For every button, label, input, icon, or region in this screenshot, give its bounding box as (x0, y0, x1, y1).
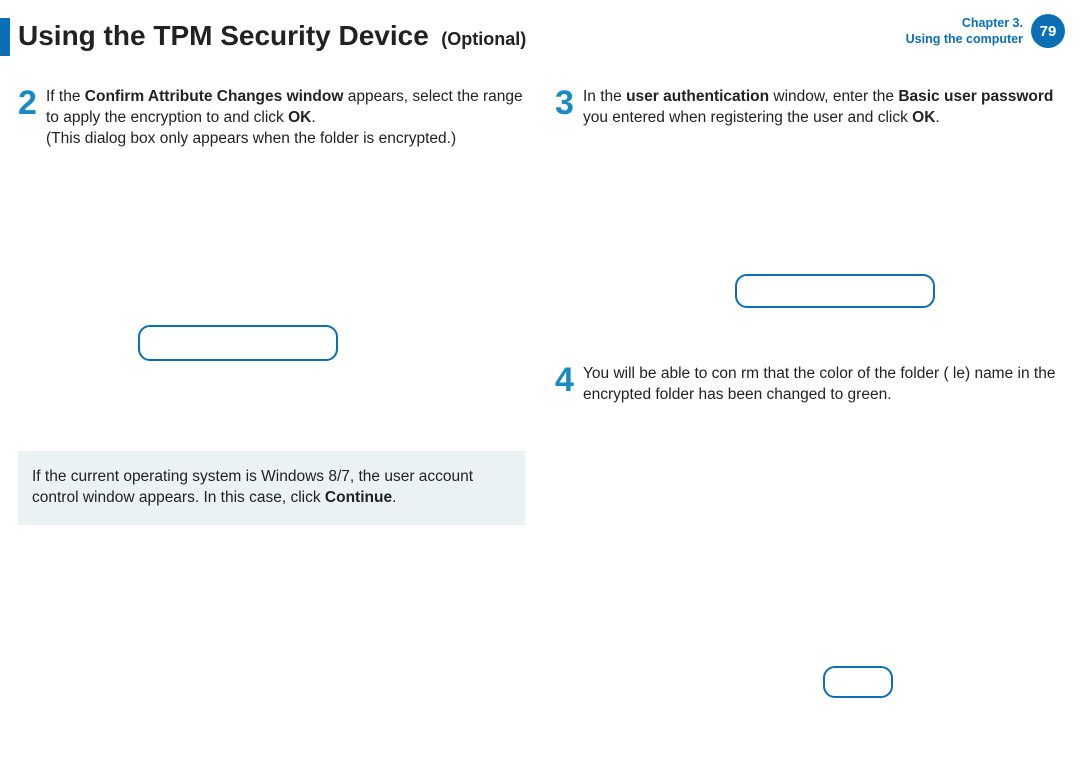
header-accent-bar (0, 18, 10, 56)
step-number: 4 (555, 366, 583, 406)
page-title-optional: (Optional) (441, 29, 526, 49)
text: window, enter the (769, 88, 898, 105)
text: If the (46, 88, 85, 105)
text-bold: OK (288, 109, 311, 126)
text: If the current operating system is Windo… (32, 468, 473, 506)
step-2: 2 If the Confirm Attribute Changes windo… (18, 87, 525, 150)
header-right: Chapter 3. Using the computer 79 (906, 14, 1065, 48)
text: (This dialog box only appears when the f… (46, 130, 456, 147)
left-column: 2 If the Confirm Attribute Changes windo… (18, 87, 525, 698)
step-number: 3 (555, 89, 583, 129)
step-2-text: If the Confirm Attribute Changes window … (46, 87, 525, 150)
info-note: If the current operating system is Windo… (18, 451, 525, 525)
chapter-number: Chapter 3. (906, 15, 1023, 31)
highlight-box-1 (138, 325, 338, 361)
page-title: Using the TPM Security Device (18, 20, 429, 51)
highlight-box-2 (735, 274, 935, 308)
text-bold: Confirm Attribute Changes window (85, 88, 344, 105)
text-bold: user authentication (626, 88, 769, 105)
text: . (392, 489, 396, 506)
step-number: 2 (18, 89, 46, 150)
text: In the (583, 88, 626, 105)
text: . (311, 109, 315, 126)
step-3: 3 In the user authentication window, ent… (555, 87, 1062, 129)
chapter-name: Using the computer (906, 31, 1023, 47)
text-bold: Basic user password (898, 88, 1053, 105)
text: you entered when registering the user an… (583, 109, 912, 126)
chapter-info: Chapter 3. Using the computer (906, 15, 1023, 48)
step-4-text: You will be able to con rm that the colo… (583, 364, 1062, 406)
step-3-text: In the user authentication window, enter… (583, 87, 1062, 129)
text-bold: OK (912, 109, 935, 126)
page-header: Using the TPM Security Device (Optional)… (0, 0, 1080, 62)
step-4: 4 You will be able to con rm that the co… (555, 364, 1062, 406)
text-bold: Continue (325, 489, 392, 506)
content-area: 2 If the Confirm Attribute Changes windo… (0, 62, 1080, 698)
page-number-badge: 79 (1031, 14, 1065, 48)
highlight-box-3 (823, 666, 893, 698)
text: . (935, 109, 939, 126)
right-column: 3 In the user authentication window, ent… (555, 87, 1062, 698)
